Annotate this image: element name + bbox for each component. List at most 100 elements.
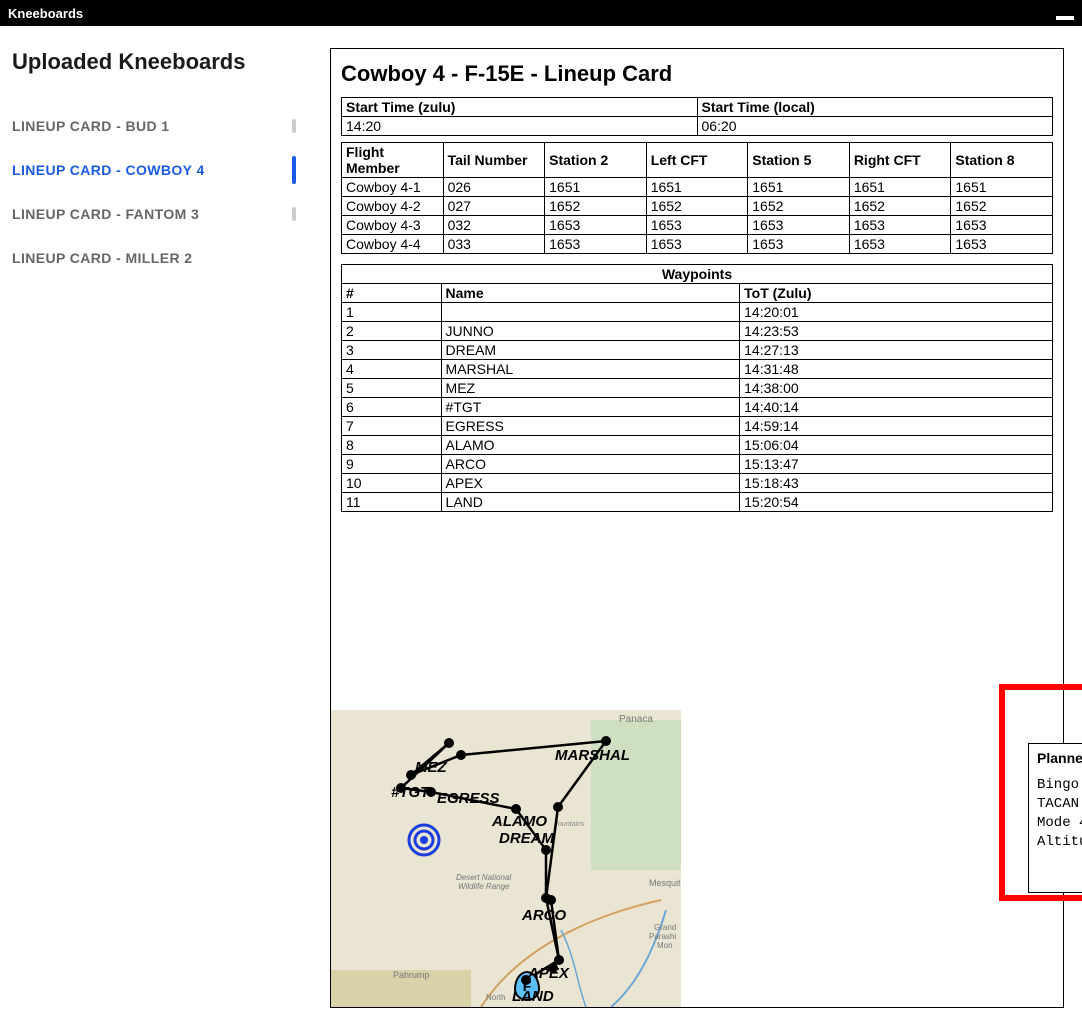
table-cell: 1653 [748, 216, 850, 235]
route-map: Panaca Mesquite Grand Parashi Mon Desert… [331, 710, 681, 1007]
table-row: Cowboy 4-303216531653165316531653 [342, 216, 1053, 235]
sidebar-heading: Uploaded Kneeboards [12, 48, 302, 76]
table-row: 4MARSHAL14:31:48 [342, 360, 1053, 379]
table-row: Cowboy 4-102616511651165116511651 [342, 178, 1053, 197]
table-cell: Cowboy 4-2 [342, 197, 444, 216]
table-cell: 026 [443, 178, 545, 197]
table-cell: 1651 [646, 178, 748, 197]
table-cell: 1 [342, 303, 442, 322]
table-cell: 3 [342, 341, 442, 360]
table-cell: 14:20:01 [740, 303, 1053, 322]
sidebar-item[interactable]: LINEUP CARD - COWBOY 4 [12, 148, 302, 192]
table-cell: 14:27:13 [740, 341, 1053, 360]
table-cell: 14:40:14 [740, 398, 1053, 417]
minimize-icon[interactable] [1056, 16, 1074, 20]
start-zulu-value: 14:20 [342, 117, 698, 136]
table-cell: 1652 [646, 197, 748, 216]
table-row: 11LAND15:20:54 [342, 493, 1053, 512]
map-label-land: LAND [512, 988, 554, 1005]
table-cell: Cowboy 4-4 [342, 235, 444, 254]
table-row: 7EGRESS14:59:14 [342, 417, 1053, 436]
table-cell: ALAMO [441, 436, 740, 455]
table-cell: 1652 [951, 197, 1053, 216]
table-header: Name [441, 284, 740, 303]
flight-members-table: Flight MemberTail NumberStation 2Left CF… [341, 142, 1053, 254]
table-header: Tail Number [443, 143, 545, 178]
table-row: 6#TGT14:40:14 [342, 398, 1053, 417]
table-cell: 1651 [849, 178, 951, 197]
table-cell: 15:20:54 [740, 493, 1053, 512]
table-cell: 14:31:48 [740, 360, 1053, 379]
table-cell: 7 [342, 417, 442, 436]
table-cell: 14:23:53 [740, 322, 1053, 341]
map-label-marshal: MARSHAL [555, 747, 630, 764]
table-row: 3DREAM14:27:13 [342, 341, 1053, 360]
card-title: Cowboy 4 - F-15E - Lineup Card [341, 61, 1053, 87]
table-cell: 1652 [545, 197, 647, 216]
table-cell: 5 [342, 379, 442, 398]
lineup-card: Cowboy 4 - F-15E - Lineup Card Start Tim… [330, 48, 1064, 1008]
table-cell: Cowboy 4-1 [342, 178, 444, 197]
table-cell: 6 [342, 398, 442, 417]
table-row: 8ALAMO15:06:04 [342, 436, 1053, 455]
map-label-alamo: ALAMO [492, 813, 547, 830]
sidebar-item-label: LINEUP CARD - COWBOY 4 [12, 162, 205, 178]
table-header: Left CFT [646, 143, 748, 178]
table-cell: 1651 [748, 178, 850, 197]
table-cell: 1653 [646, 216, 748, 235]
table-cell: 10 [342, 474, 442, 493]
table-row: 5MEZ14:38:00 [342, 379, 1053, 398]
top-bar: Kneeboards [0, 0, 1082, 26]
map-label-mez: MEZ [415, 759, 447, 776]
planner-notes-title: Planner Notes: [1037, 750, 1082, 766]
table-row: 1 14:20:01 [342, 303, 1053, 322]
table-header: # [342, 284, 442, 303]
table-cell: MEZ [441, 379, 740, 398]
waypoints-table: Waypoints #NameToT (Zulu) 114:20:012JUNN… [341, 264, 1053, 512]
table-cell: 2 [342, 322, 442, 341]
table-cell: 1651 [951, 178, 1053, 197]
note-line: Altitude block 25k ft [1037, 833, 1082, 852]
table-cell: JUNNO [441, 322, 740, 341]
table-row: 2JUNNO14:23:53 [342, 322, 1053, 341]
table-cell: 1653 [849, 235, 951, 254]
map-label-arco: ARCO [522, 907, 566, 924]
table-cell: 1653 [545, 216, 647, 235]
note-line: Mode 4 Code 1112 [1037, 814, 1082, 833]
table-cell: DREAM [441, 341, 740, 360]
table-cell: APEX [441, 474, 740, 493]
sidebar-item-label: LINEUP CARD - FANTOM 3 [12, 206, 199, 222]
sidebar-item[interactable]: LINEUP CARD - FANTOM 3 [12, 192, 302, 236]
table-header: Station 2 [545, 143, 647, 178]
table-cell: 8 [342, 436, 442, 455]
table-cell: 1653 [748, 235, 850, 254]
waypoints-title: Waypoints [342, 265, 1053, 284]
table-cell: 4 [342, 360, 442, 379]
table-cell: 1652 [849, 197, 951, 216]
table-header: Station 8 [951, 143, 1053, 178]
sidebar-item[interactable]: LINEUP CARD - BUD 1 [12, 104, 302, 148]
table-cell: #TGT [441, 398, 740, 417]
table-cell: 15:18:43 [740, 474, 1053, 493]
start-time-table: Start Time (zulu) Start Time (local) 14:… [341, 97, 1053, 136]
table-cell: 1653 [545, 235, 647, 254]
table-cell: 1653 [951, 216, 1053, 235]
table-cell: ARCO [441, 455, 740, 474]
table-cell: 1653 [951, 235, 1053, 254]
table-row: Cowboy 4-403316531653165316531653 [342, 235, 1053, 254]
table-cell: 11 [342, 493, 442, 512]
map-label-tgt: #TGT [391, 784, 429, 801]
table-cell: 1653 [849, 216, 951, 235]
table-cell: 032 [443, 216, 545, 235]
planner-notes: Planner Notes: Bingo: 6000TACAN 69XMode … [1028, 743, 1082, 893]
sidebar-item-label: LINEUP CARD - MILLER 2 [12, 250, 192, 266]
table-header: Flight Member [342, 143, 444, 178]
map-label-dream: DREAM [499, 830, 554, 847]
table-row: 10APEX15:18:43 [342, 474, 1053, 493]
table-header: Right CFT [849, 143, 951, 178]
table-cell: 14:59:14 [740, 417, 1053, 436]
note-line: TACAN 69X [1037, 795, 1082, 814]
sidebar-item[interactable]: LINEUP CARD - MILLER 2 [12, 236, 302, 280]
table-cell: EGRESS [441, 417, 740, 436]
table-cell: Cowboy 4-3 [342, 216, 444, 235]
